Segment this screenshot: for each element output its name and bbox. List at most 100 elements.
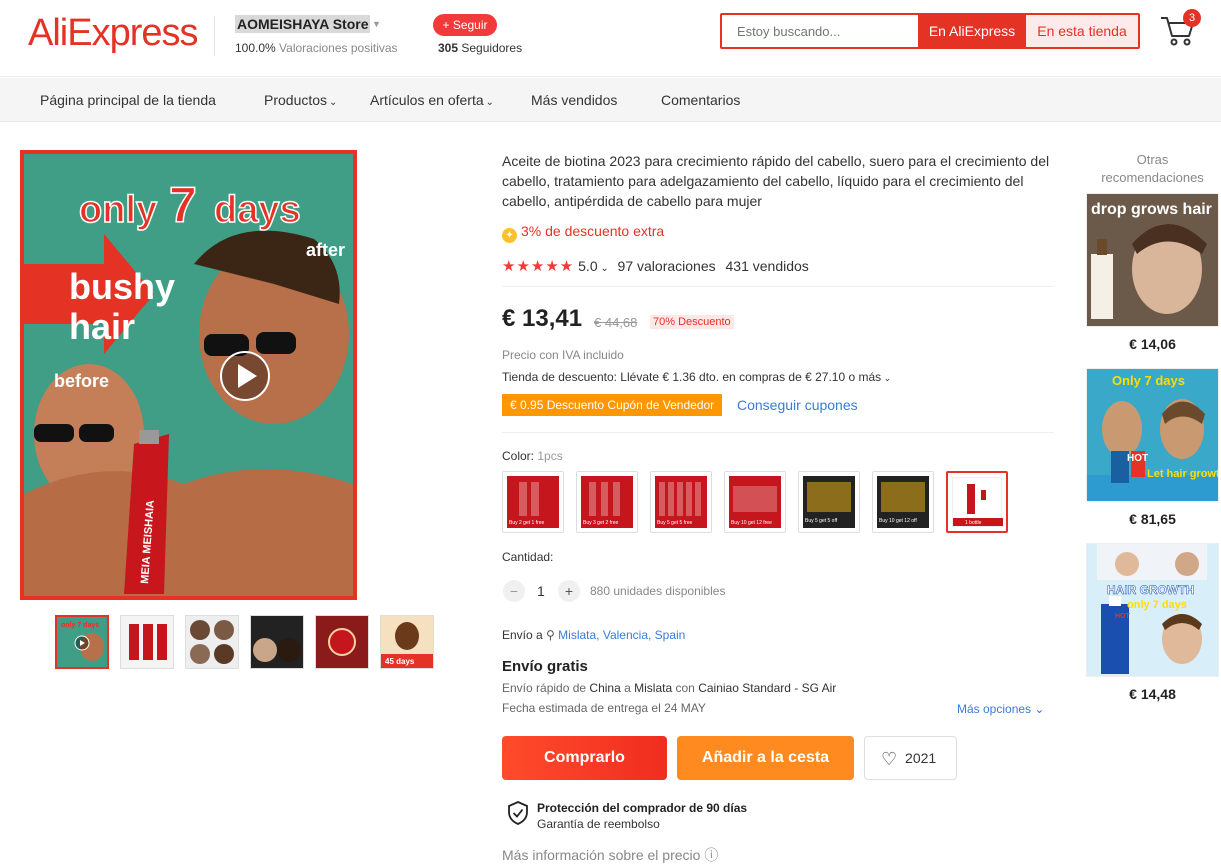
seller-coupon[interactable]: € 0.95 Descuento Cupón de Vendedor [502, 394, 723, 416]
nav-reviews[interactable]: Comentarios [661, 92, 740, 108]
sold-count: 431 vendidos [725, 258, 809, 274]
quantity-decrease-button[interactable]: − [503, 580, 525, 602]
divider [502, 432, 1054, 433]
ship-to-location-link[interactable]: Mislata, Valencia, Spain [558, 628, 685, 642]
follow-button[interactable]: + Seguir [433, 14, 497, 36]
followers: 305 Seguidores [438, 41, 522, 55]
store-chevron-down-icon[interactable]: ▼ [372, 19, 381, 29]
ship-from: China [589, 681, 621, 695]
ship-prefix: Envío rápido de [502, 681, 587, 695]
more-options-link[interactable]: Más opciones ⌄ [957, 702, 1044, 716]
quantity-increase-button[interactable]: + [558, 580, 580, 602]
buy-now-button[interactable]: Comprarlo [502, 736, 667, 780]
current-price: € 13,41 [502, 305, 583, 332]
rating-value[interactable]: 5.0 [578, 258, 597, 274]
swatch-caption: Buy 5 get 5 off [805, 518, 838, 524]
thumbnail-1-text: only 7 days [61, 622, 99, 629]
nav-label: Artículos en oferta [370, 92, 484, 108]
thumbnail-2[interactable] [120, 615, 174, 669]
thumbnail-4[interactable] [250, 615, 304, 669]
buyer-protection-subtitle: Garantía de reembolso [537, 817, 660, 831]
store-rating-label: Valoraciones positivas [279, 41, 398, 55]
rec-image-text: drop grows hair [1091, 201, 1212, 218]
rec-image-text: Only 7 days [1112, 373, 1185, 388]
ship-to: Envío a ⚲ Mislata, Valencia, Spain [502, 628, 685, 642]
nav-label: Más vendidos [531, 92, 618, 108]
thumbnail-5[interactable] [315, 615, 369, 669]
extra-discount-text: 3% de descuento extra [521, 223, 665, 239]
delivery-estimate: Fecha estimada de entrega el 24 MAY [502, 701, 706, 715]
thumbnail-3[interactable] [185, 615, 239, 669]
swatch-option-selected[interactable]: 1 bottle [946, 471, 1008, 533]
add-to-cart-button[interactable]: Añadir a la cesta [677, 736, 854, 780]
swatch-option[interactable]: Buy 10 get 12 off [872, 471, 934, 533]
reviews-count[interactable]: 97 valoraciones [618, 258, 716, 274]
swatch-option[interactable]: Buy 3 get 2 free [576, 471, 638, 533]
chevron-down-icon: ⌄ [1034, 702, 1045, 716]
color-label: Color: 1pcs [502, 449, 563, 463]
followers-label: Seguidores [461, 41, 523, 55]
swatch-option[interactable]: Buy 5 get 5 free [650, 471, 712, 533]
store-rating: 100.0% Valoraciones positivas [235, 41, 398, 55]
swatch-image: Buy 10 get 12 off [877, 476, 929, 528]
nav-deals[interactable]: Artículos en oferta ⌄ [370, 92, 494, 108]
quantity-label: Cantidad: [502, 550, 554, 564]
swatch-option[interactable]: Buy 10 get 12 free [724, 471, 786, 533]
get-coupons-link[interactable]: Conseguir cupones [737, 397, 858, 413]
aliexpress-logo[interactable]: AliExpress [28, 12, 198, 55]
thumbnail-1[interactable]: only 7 days [55, 615, 109, 669]
price-info-text: Más información sobre el precio [502, 847, 701, 863]
color-selected: 1pcs [537, 449, 563, 463]
nav-label: Página principal de la tienda [40, 92, 216, 108]
nav-label: Productos [264, 92, 328, 108]
shield-check-icon [508, 801, 528, 830]
rec-image-text: HAIR GROWTH [1107, 583, 1194, 597]
main-image-after-text: after [306, 240, 345, 260]
main-product-image[interactable]: only 7 days after bushy hair before MEIA… [20, 150, 357, 600]
discount-badge: 70% Descuento [650, 315, 734, 329]
store-rating-value: 100.0% [235, 41, 276, 55]
quantity-available: 880 unidades disponibles [590, 584, 726, 598]
recommendation-card[interactable]: HAIR GROWTH only 7 days HOT [1086, 543, 1219, 677]
swatch-caption: 1 bottle [965, 520, 982, 526]
nav-store-home[interactable]: Página principal de la tienda [40, 92, 216, 108]
recommendation-price: € 14,06 [1129, 336, 1176, 352]
price-info-link[interactable]: Más información sobre el precio ⓘ [502, 845, 718, 865]
more-options-text: Más opciones [957, 702, 1032, 716]
heart-icon: ♡ [881, 749, 898, 769]
rec-caption: Let hair growth [1147, 468, 1219, 480]
recommendations-title: Otras recomendaciones [1101, 152, 1204, 185]
recommendation-price: € 14,48 [1129, 686, 1176, 702]
wishlist-button[interactable]: ♡ 2021 [864, 736, 957, 780]
main-image-before-text: before [54, 371, 109, 391]
cart-count-badge: 3 [1183, 9, 1201, 27]
recommendation-card[interactable]: Only 7 days HOT Let hair growth [1086, 368, 1219, 502]
search-input[interactable] [722, 15, 918, 47]
store-discount[interactable]: Tienda de descuento: Llévate € 1.36 dto.… [502, 370, 891, 384]
nav-label: Comentarios [661, 92, 741, 108]
buyer-protection-title: Protección del comprador de 90 días [537, 801, 748, 815]
ship-city: Mislata [634, 681, 673, 695]
swatch-image: 1 bottle [952, 477, 1003, 527]
recommendation-price: € 81,65 [1129, 511, 1176, 527]
search-aliexpress-button[interactable]: En AliExpress [918, 15, 1026, 47]
chevron-down-icon[interactable]: ⌄ [598, 263, 612, 274]
ship-carrier: Cainiao Standard - SG Air [698, 681, 837, 695]
nav-bestsellers[interactable]: Más vendidos [531, 92, 617, 108]
search-bar: En AliExpress En esta tienda [720, 13, 1140, 49]
swatch-image: Buy 5 get 5 off [803, 476, 855, 528]
iva-note: Precio con IVA incluido [502, 348, 624, 362]
shipping-detail: Envío rápido de China a Mislata con Cain… [502, 681, 836, 695]
search-store-button[interactable]: En esta tienda [1026, 15, 1138, 47]
main-image-only-text: only [79, 189, 157, 231]
nav-products[interactable]: Productos ⌄ [264, 92, 337, 108]
thumbnail-6[interactable]: 45 days [380, 615, 434, 669]
swatch-option[interactable]: Buy 2 get 1 free [502, 471, 564, 533]
recommendation-card[interactable]: drop grows hair [1086, 193, 1219, 327]
followers-count: 305 [438, 41, 459, 55]
store-name[interactable]: AOMEISHAYA Store [235, 15, 371, 33]
header-divider [214, 16, 215, 56]
quantity-value[interactable]: 1 [537, 583, 545, 599]
rec-sub: only 7 days [1127, 599, 1187, 611]
swatch-option[interactable]: Buy 5 get 5 off [798, 471, 860, 533]
